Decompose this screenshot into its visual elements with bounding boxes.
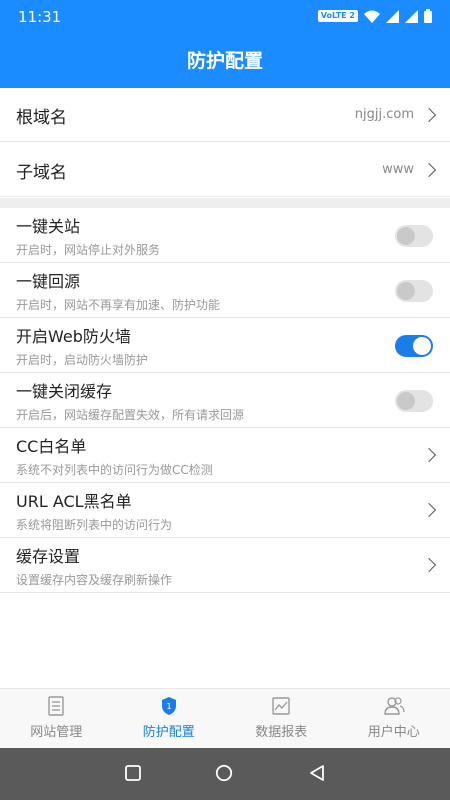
setting-row-back-to-origin: 一键回源 开启时，网站不再享有加速、防护功能 bbox=[0, 263, 450, 318]
toggle-knob bbox=[397, 227, 415, 245]
svg-text:1: 1 bbox=[166, 702, 171, 711]
setting-desc: 系统不对列表中的访问行为做CC检测 bbox=[16, 463, 213, 477]
setting-row-url-acl-blacklist[interactable]: URL ACL黑名单 系统将阻断列表中的访问行为 bbox=[0, 483, 450, 538]
setting-desc: 系统将阻断列表中的访问行为 bbox=[16, 518, 173, 532]
root-domain-label: 根域名 bbox=[16, 108, 67, 128]
chart-icon bbox=[272, 697, 290, 715]
battery-icon bbox=[424, 9, 432, 23]
setting-row-cc-whitelist[interactable]: CC白名单 系统不对列表中的访问行为做CC检测 bbox=[0, 428, 450, 483]
web-firewall-toggle[interactable] bbox=[395, 335, 433, 357]
tab-label: 数据报表 bbox=[255, 725, 308, 740]
tab-data-report[interactable]: 数据报表 bbox=[225, 689, 338, 748]
setting-title: 一键关闭缓存 bbox=[16, 382, 113, 401]
setting-row-cache-settings[interactable]: 缓存设置 设置缓存内容及缓存刷新操作 bbox=[0, 538, 450, 593]
disable-cache-toggle[interactable] bbox=[395, 390, 433, 412]
recents-icon[interactable] bbox=[124, 764, 142, 782]
toggle-knob bbox=[397, 282, 415, 300]
tab-label: 用户中心 bbox=[367, 725, 420, 740]
status-icons: VoLTE 2 bbox=[317, 9, 432, 23]
tab-label: 防护配置 bbox=[142, 725, 195, 740]
app-header: 防护配置 bbox=[0, 34, 450, 88]
setting-row-web-firewall: 开启Web防火墙 开启时，启动防火墙防护 bbox=[0, 318, 450, 373]
sub-domain-row[interactable]: 子域名 www bbox=[0, 143, 450, 197]
sub-domain-value: www bbox=[382, 162, 414, 177]
toggle-knob bbox=[413, 337, 431, 355]
close-site-toggle[interactable] bbox=[395, 225, 433, 247]
status-time: 11:31 bbox=[18, 8, 62, 26]
toggle-knob bbox=[397, 392, 415, 410]
document-icon bbox=[48, 696, 64, 716]
setting-title: URL ACL黑名单 bbox=[16, 492, 132, 511]
chevron-right-icon bbox=[421, 557, 437, 573]
setting-title: 一键关站 bbox=[16, 217, 81, 236]
back-icon[interactable] bbox=[308, 764, 326, 782]
home-icon[interactable] bbox=[215, 764, 233, 782]
setting-desc: 设置缓存内容及缓存刷新操作 bbox=[16, 573, 173, 587]
setting-title: CC白名单 bbox=[16, 437, 87, 456]
bottom-tab-bar: 网站管理 1 防护配置 数据报表 用户中心 bbox=[0, 688, 450, 748]
page-title: 防护配置 bbox=[186, 50, 263, 72]
volte-badge: VoLTE 2 bbox=[317, 10, 358, 22]
tab-site-management[interactable]: 网站管理 bbox=[0, 689, 113, 748]
signal-icon-2 bbox=[405, 9, 418, 23]
signal-icon bbox=[386, 9, 399, 23]
setting-title: 缓存设置 bbox=[16, 547, 81, 566]
section-divider bbox=[0, 198, 450, 208]
wifi-icon bbox=[364, 10, 380, 23]
setting-title: 开启Web防火墙 bbox=[16, 327, 131, 346]
setting-desc: 开启时，网站停止对外服务 bbox=[16, 243, 161, 257]
sub-domain-label: 子域名 bbox=[16, 163, 67, 183]
setting-desc: 开启时，网站不再享有加速、防护功能 bbox=[16, 298, 221, 312]
tab-protection-config[interactable]: 1 防护配置 bbox=[113, 689, 226, 748]
root-domain-row[interactable]: 根域名 njgjj.com bbox=[0, 88, 450, 142]
setting-title: 一键回源 bbox=[16, 272, 81, 291]
setting-row-disable-cache: 一键关闭缓存 开启后，网站缓存配置失效，所有请求回源 bbox=[0, 373, 450, 428]
tab-user-center[interactable]: 用户中心 bbox=[338, 689, 450, 748]
tab-label: 网站管理 bbox=[30, 725, 83, 740]
chevron-right-icon bbox=[421, 107, 437, 123]
back-to-origin-toggle[interactable] bbox=[395, 280, 433, 302]
status-bar: 11:31 VoLTE 2 bbox=[0, 0, 450, 34]
users-icon bbox=[384, 697, 405, 715]
shield-icon: 1 bbox=[161, 697, 176, 715]
setting-desc: 开启时，启动防火墙防护 bbox=[16, 353, 149, 367]
root-domain-value: njgjj.com bbox=[354, 107, 414, 122]
chevron-right-icon bbox=[421, 502, 437, 518]
setting-row-close-site: 一键关站 开启时，网站停止对外服务 bbox=[0, 208, 450, 263]
setting-desc: 开启后，网站缓存配置失效，所有请求回源 bbox=[16, 408, 245, 422]
chevron-right-icon bbox=[421, 162, 437, 178]
system-nav-bar bbox=[0, 748, 450, 800]
chevron-right-icon bbox=[421, 447, 437, 463]
